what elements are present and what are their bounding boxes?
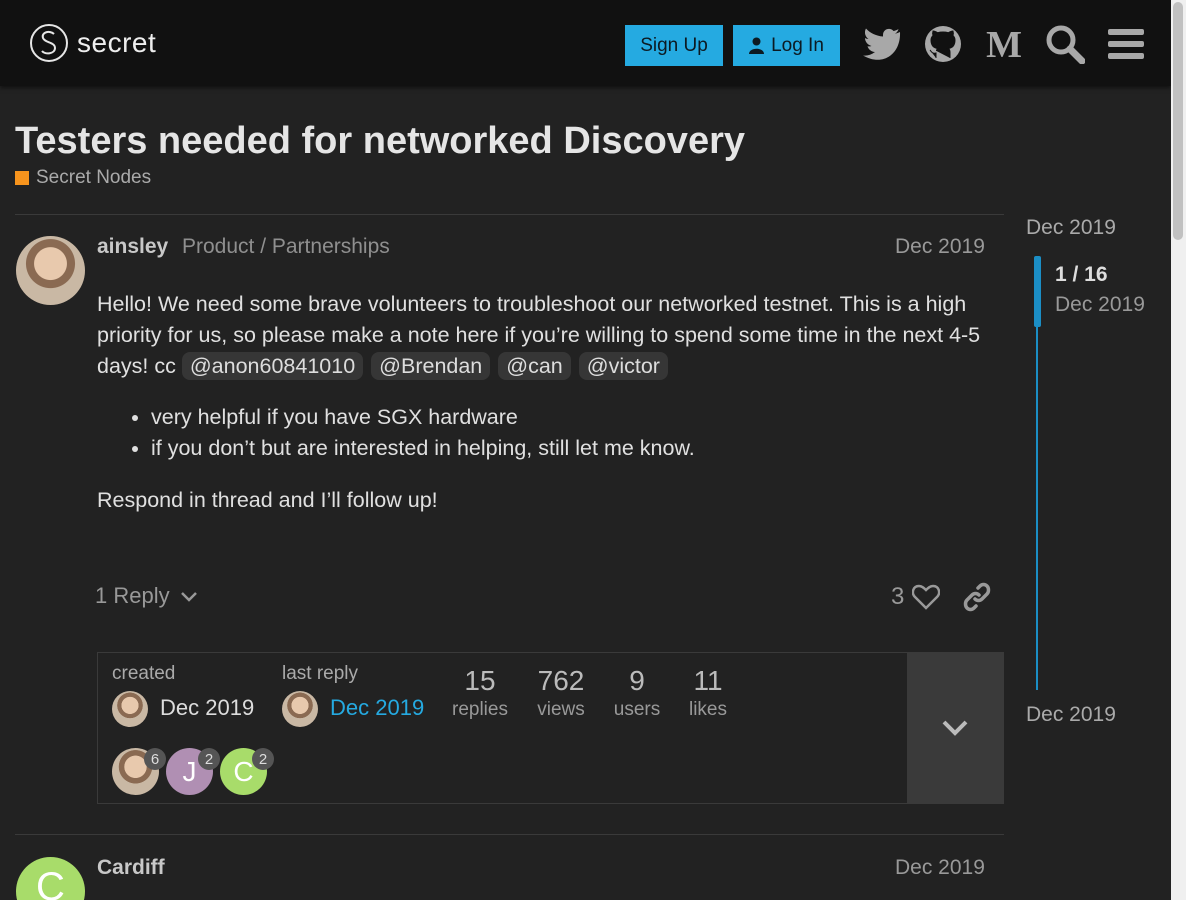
stat-number: 762 xyxy=(537,665,585,696)
mention-link[interactable]: @can xyxy=(498,352,571,380)
timeline-end-date[interactable]: Dec 2019 xyxy=(1026,703,1116,727)
participant-post-count: 6 xyxy=(144,748,166,770)
sign-up-button[interactable]: Sign Up xyxy=(625,25,723,66)
timeline-start-date[interactable]: Dec 2019 xyxy=(1026,216,1116,240)
page-scrollbar[interactable] xyxy=(1171,0,1186,900)
logo-text: secret xyxy=(77,27,157,58)
medium-icon[interactable]: M xyxy=(983,23,1025,65)
svg-text:M: M xyxy=(986,28,1022,60)
like-button[interactable]: 3 xyxy=(891,583,941,611)
chevron-down-icon xyxy=(180,583,198,609)
github-icon[interactable] xyxy=(922,23,964,65)
stat-likes: 11 likes xyxy=(668,665,748,721)
participant-post-count: 2 xyxy=(198,748,220,770)
avatar[interactable] xyxy=(112,691,148,727)
timeline-post-counter: 1 / 16 xyxy=(1055,263,1108,286)
mention-link[interactable]: @victor xyxy=(578,352,668,380)
avatar[interactable] xyxy=(16,236,85,305)
heart-icon xyxy=(912,584,941,610)
post-user-title: Product / Partnerships xyxy=(182,235,390,258)
timeline-scroll-handle[interactable] xyxy=(1034,256,1041,327)
site-header: secret Sign Up Log In M xyxy=(0,0,1171,86)
secret-logo-icon xyxy=(30,24,68,62)
search-icon[interactable] xyxy=(1044,23,1086,65)
replies-label: 1 Reply xyxy=(95,583,170,608)
list-item: very helpful if you have SGX hardware xyxy=(151,402,695,433)
user-icon xyxy=(749,37,765,54)
post-body: Hello! We need some brave volunteers to … xyxy=(97,289,987,382)
stat-label: likes xyxy=(688,699,727,720)
post-closing: Respond in thread and I’ll follow up! xyxy=(97,488,438,512)
mention-link[interactable]: @anon60841010 xyxy=(181,352,364,380)
post-bullet-list: very helpful if you have SGX hardware if… xyxy=(151,402,695,464)
post-date[interactable]: Dec 2019 xyxy=(895,856,985,880)
list-item: if you don’t but are interested in helpi… xyxy=(151,433,695,464)
stat-label: replies xyxy=(452,699,508,720)
created-label: created xyxy=(112,663,176,684)
topic-title[interactable]: Testers needed for networked Discovery xyxy=(15,120,745,163)
scrollbar-thumb[interactable] xyxy=(1173,2,1183,240)
stat-users: 9 users xyxy=(597,665,677,721)
category-color-square xyxy=(15,171,29,185)
post-username[interactable]: Cardiff xyxy=(97,856,165,880)
like-count: 3 xyxy=(891,583,905,610)
share-link-icon[interactable] xyxy=(962,582,992,617)
stat-label: views xyxy=(537,699,585,720)
site-logo[interactable]: secret xyxy=(30,24,156,62)
post-date[interactable]: Dec 2019 xyxy=(895,235,985,259)
log-in-button[interactable]: Log In xyxy=(733,25,840,66)
log-in-label: Log In xyxy=(771,34,824,56)
avatar[interactable]: C xyxy=(16,857,85,900)
hamburger-menu-icon[interactable] xyxy=(1105,23,1147,65)
category-name: Secret Nodes xyxy=(36,167,152,188)
stat-number: 15 xyxy=(464,665,496,696)
twitter-icon[interactable] xyxy=(861,23,903,65)
topic-divider xyxy=(15,214,1004,215)
timeline-current-date: Dec 2019 xyxy=(1055,293,1145,316)
participant-post-count: 2 xyxy=(252,748,274,770)
created-date: Dec 2019 xyxy=(160,695,255,720)
expand-summary-button[interactable] xyxy=(907,653,1003,803)
mention-link[interactable]: @Brendan xyxy=(371,352,491,380)
chevron-down-icon xyxy=(942,720,968,736)
stat-label: users xyxy=(613,699,661,720)
last-reply-date[interactable]: Dec 2019 xyxy=(330,695,424,721)
post-username[interactable]: ainsley xyxy=(97,235,168,259)
stat-replies: 15 replies xyxy=(440,665,520,721)
last-reply-label: last reply xyxy=(282,663,359,684)
category-badge[interactable]: Secret Nodes xyxy=(15,167,151,189)
topic-summary: created Dec 2019 last reply Dec 2019 15 … xyxy=(97,652,1004,804)
stat-views: 762 views xyxy=(521,665,601,721)
stat-number: 9 xyxy=(629,665,645,696)
show-replies-button[interactable]: 1 Reply xyxy=(95,583,198,609)
post-divider xyxy=(15,834,1004,835)
stat-number: 11 xyxy=(693,665,723,696)
avatar[interactable] xyxy=(282,691,318,727)
